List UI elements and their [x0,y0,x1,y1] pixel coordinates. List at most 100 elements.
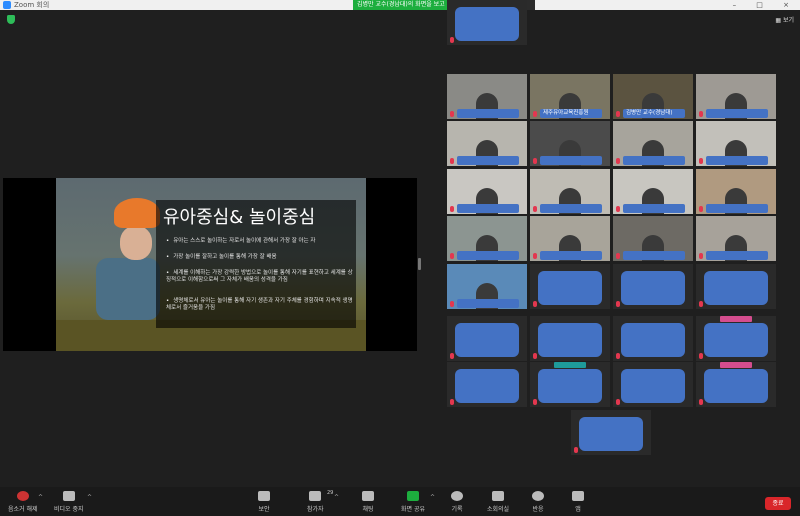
participant-tile[interactable]: 김병만 교수(경남대) [613,74,693,119]
participant-name [623,204,685,213]
participant-tile[interactable] [696,264,776,309]
slide-child-body [96,258,160,320]
video-off-placeholder [621,271,685,305]
shared-screen: 유아중심& 놀이중심 • 유아는 스스로 놀이하는 자로서 놀이에 관해서 가장 … [3,178,417,351]
participants-options-caret[interactable]: ^ [334,494,339,501]
security-button[interactable]: 보안 [258,491,270,513]
apps-button[interactable]: 앱 [572,491,584,513]
mic-muted-icon [699,158,703,164]
participant-tile[interactable] [530,169,610,214]
video-off-placeholder [579,417,643,451]
participant-name [623,251,685,260]
encryption-shield-icon[interactable] [7,15,15,24]
participant-tile[interactable] [613,169,693,214]
participants-button[interactable]: 참가자 [307,491,324,513]
mic-muted-icon [616,158,620,164]
participant-name [706,251,768,260]
mic-muted-icon [616,301,620,307]
participant-color-bar [720,316,752,322]
slide-child-face [120,226,152,260]
participant-tile[interactable] [696,316,776,361]
participant-tile[interactable] [571,410,651,455]
audio-options-caret[interactable]: ^ [38,494,43,501]
record-label: 기록 [451,506,463,513]
slide-title: 유아중심& 놀이중심 [163,207,316,228]
apps-label: 앱 [575,506,581,513]
slide-bullet: • 유아는 스스로 놀이하는 자로서 놀이에 관해서 가장 잘 아는 자 [166,238,316,244]
participant-tile[interactable]: 제주유아교육진흥원 [530,74,610,119]
participant-tile[interactable] [613,362,693,407]
participant-tile[interactable] [447,216,527,261]
participant-name [457,204,519,213]
window-controls[interactable]: – □ × [733,0,798,10]
mic-muted-icon [699,206,703,212]
video-off-placeholder [538,323,602,357]
participant-tile[interactable] [530,216,610,261]
participant-tile[interactable] [696,74,776,119]
participant-tile[interactable] [613,316,693,361]
slide-bullet-text: 가장 놀이를 잘하고 놀이를 통해 가장 잘 배움 [173,254,277,260]
end-meeting-button[interactable]: 종료 [765,497,791,510]
record-button[interactable]: 기록 [451,491,463,513]
mic-muted-icon [450,111,454,117]
smile-icon [532,491,544,501]
stop-video-button[interactable]: 비디오 중지 [54,491,84,513]
participant-tile[interactable] [696,121,776,166]
participants-count: 29 [327,490,334,496]
participant-tile[interactable] [530,362,610,407]
participant-name [457,109,519,118]
participant-name [457,299,519,308]
participant-tile[interactable] [530,316,610,361]
participant-tile[interactable] [530,121,610,166]
participant-tile[interactable] [447,316,527,361]
unmute-button[interactable]: 음소거 해제 [8,491,38,513]
slide-bullet-text: 유아는 스스로 놀이하는 자로서 놀이에 관해서 가장 잘 아는 자 [173,238,316,244]
mic-muted-icon [699,111,703,117]
video-off-placeholder [621,323,685,357]
participant-tile[interactable] [447,362,527,407]
mic-muted-icon [533,206,537,212]
participant-tile[interactable] [613,216,693,261]
video-off-placeholder [704,323,768,357]
mic-muted-icon [533,158,537,164]
participant-tile[interactable] [696,169,776,214]
split-resize-handle[interactable] [418,258,421,270]
mic-muted-icon [574,447,578,453]
participant-name [540,156,602,165]
unmute-label: 음소거 해제 [8,506,38,513]
grid-icon [492,491,505,501]
participant-tile[interactable] [530,264,610,309]
participant-tile[interactable] [447,264,527,309]
mic-muted-icon [533,353,537,359]
participant-tile[interactable] [613,264,693,309]
mic-muted-icon [699,301,703,307]
participant-tile[interactable] [447,74,527,119]
chat-button[interactable]: 채팅 [362,491,374,513]
mic-muted-icon [616,253,620,259]
participant-tile[interactable] [447,121,527,166]
share-screen-label: 화면 공유 [401,506,425,513]
mic-muted-icon [699,353,703,359]
mic-muted-icon [699,399,703,405]
share-screen-icon [407,491,419,501]
participant-name: 제주유아교육진흥원 [540,109,602,118]
share-screen-button[interactable]: 화면 공유 [401,491,425,513]
participant-tile[interactable] [447,169,527,214]
breakout-rooms-button[interactable]: 소회의실 [487,491,509,513]
breakout-rooms-label: 소회의실 [487,506,510,513]
participant-name [540,204,602,213]
participant-tile[interactable] [696,216,776,261]
chat-bubble-icon [362,491,374,501]
reactions-button[interactable]: 반응 [532,491,544,513]
participants-label: 참가자 [307,506,324,513]
participant-tile[interactable] [613,121,693,166]
participant-tile[interactable] [447,0,527,45]
mic-muted-icon [533,399,537,405]
mic-muted-icon [450,301,454,307]
video-options-caret[interactable]: ^ [87,494,92,501]
view-button[interactable]: ▦ 보기 [775,15,794,24]
participant-name [623,156,685,165]
participant-tile[interactable] [696,362,776,407]
slide-bullet: • 생명체로서 유아는 놀이를 통해 자기 생존과 자기 주체를 경험하며 지속적… [166,298,353,311]
share-options-caret[interactable]: ^ [430,494,435,501]
